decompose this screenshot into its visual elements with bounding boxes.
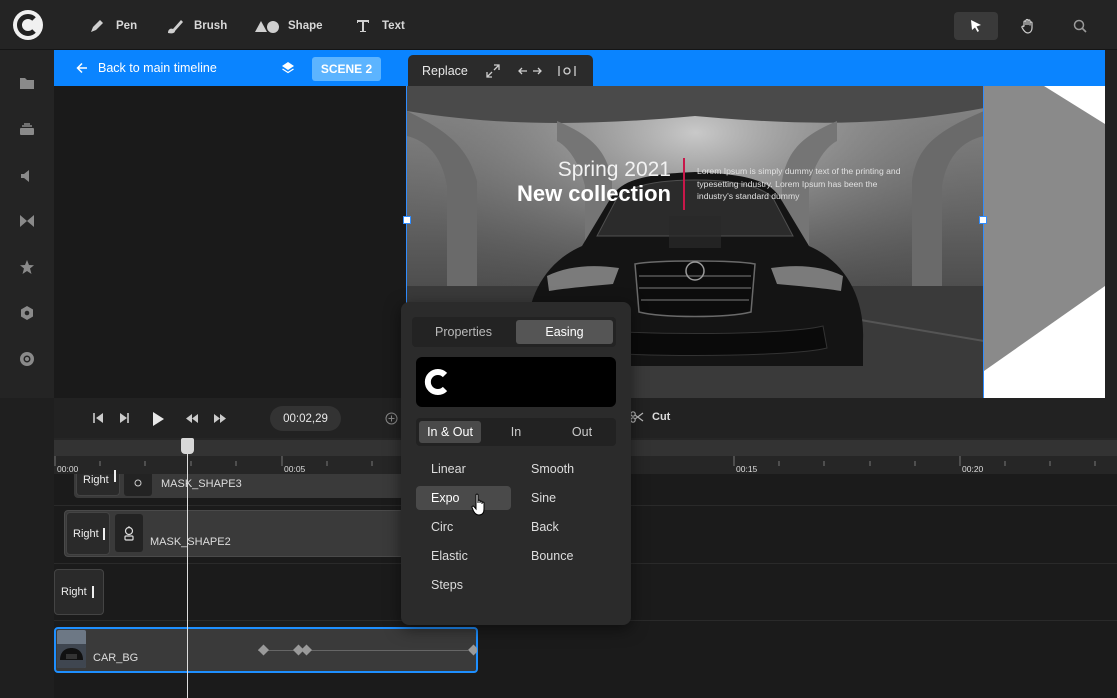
- cut-button[interactable]: Cut: [630, 411, 670, 423]
- canvas-title-line1[interactable]: Spring 2021: [540, 158, 671, 182]
- preview-empty-area: [54, 86, 406, 398]
- audio-icon[interactable]: [18, 167, 36, 185]
- ease-option-steps[interactable]: Steps: [416, 573, 511, 597]
- expand-icon[interactable]: [486, 63, 500, 78]
- hand-icon: [1020, 18, 1036, 34]
- add-keyframe-icon[interactable]: [385, 412, 398, 425]
- transition-icon[interactable]: [18, 212, 36, 230]
- timecode-display[interactable]: 00:02,29: [270, 406, 341, 431]
- cursor-icon: [969, 19, 983, 33]
- ruler-label: 00:00: [57, 464, 79, 474]
- hand-pointer-cursor-icon: [471, 493, 485, 516]
- select-tool-button[interactable]: [954, 12, 998, 40]
- mode-in-out[interactable]: In & Out: [419, 421, 481, 443]
- ease-option-sine[interactable]: Sine: [516, 486, 611, 510]
- star-icon[interactable]: [18, 258, 36, 276]
- settings-icon[interactable]: [18, 304, 36, 322]
- shape-layer-icon: [115, 514, 143, 552]
- selection-edge-right: [983, 86, 984, 398]
- tab-properties[interactable]: Properties: [415, 320, 512, 344]
- clip-name: CAR_BG: [93, 652, 139, 664]
- ruler-label: 00:05: [284, 464, 306, 474]
- easing-mode-segment: In & Out In Out: [416, 418, 616, 446]
- title-divider: [683, 158, 685, 210]
- playhead-handle[interactable]: [181, 438, 194, 454]
- adjacent-frame: [984, 86, 1105, 398]
- fast-forward-icon[interactable]: [213, 413, 227, 424]
- mode-out[interactable]: Out: [551, 421, 613, 443]
- chip-bar: [92, 586, 94, 598]
- scene-badge[interactable]: SCENE 2: [312, 57, 381, 81]
- ease-option-smooth[interactable]: Smooth: [516, 457, 611, 481]
- ease-option-elastic[interactable]: Elastic: [416, 544, 511, 568]
- tab-easing[interactable]: Easing: [516, 320, 613, 344]
- keyframes[interactable]: [255, 643, 477, 657]
- easing-preview-logo-icon: [424, 369, 448, 395]
- text-icon: [352, 18, 374, 34]
- back-to-main-timeline-link[interactable]: Back to main timeline: [76, 60, 217, 76]
- back-link-label: Back to main timeline: [98, 61, 217, 75]
- swap-horizontal-icon[interactable]: [517, 66, 542, 76]
- resize-handle-right[interactable]: [979, 216, 987, 224]
- step-forward-icon[interactable]: [118, 412, 130, 424]
- canvas-body-text[interactable]: Lorem Ipsum is simply dummy text of the …: [697, 165, 907, 203]
- skip-to-start-icon[interactable]: [92, 412, 104, 424]
- folder-icon[interactable]: [18, 74, 36, 92]
- scissors-icon: [630, 411, 644, 423]
- shape-tool-label: Shape: [288, 20, 323, 32]
- anchor-chip-label: Right: [73, 527, 99, 540]
- brush-tool-button[interactable]: Brush: [164, 17, 227, 35]
- pen-tool-label: Pen: [116, 20, 138, 32]
- text-tool-label: Text: [382, 20, 405, 32]
- search-button[interactable]: [1058, 12, 1102, 40]
- shape-tool-button[interactable]: Shape: [254, 17, 323, 35]
- scene-layers-icon[interactable]: [281, 61, 295, 75]
- search-icon: [1073, 19, 1087, 33]
- clip-name: MASK_SHAPE3: [161, 478, 242, 490]
- ease-option-circ[interactable]: Circ: [416, 515, 511, 539]
- anchor-chip-label: Right: [61, 586, 87, 598]
- playhead-line: [187, 440, 188, 698]
- text-tool-button[interactable]: Text: [352, 17, 405, 35]
- hand-tool-button[interactable]: [1006, 12, 1050, 40]
- canvas-title-line2[interactable]: New collection: [500, 181, 671, 207]
- anchor-chip-label: Right: [83, 473, 109, 486]
- record-icon[interactable]: [18, 350, 36, 368]
- ease-option-back[interactable]: Back: [516, 515, 611, 539]
- layers-icon[interactable]: [18, 120, 36, 138]
- shape-icon: [254, 18, 280, 34]
- ruler-label: 00:20: [962, 464, 984, 474]
- shape-layer-icon: [124, 474, 152, 496]
- clip-thumbnail: [57, 630, 86, 668]
- replace-button[interactable]: Replace: [422, 64, 468, 78]
- anchor-chip[interactable]: Right: [54, 569, 104, 615]
- ease-option-bounce[interactable]: Bounce: [516, 544, 611, 568]
- ruler-label: 00:15: [736, 464, 758, 474]
- chip-bar: [103, 528, 105, 540]
- chip-bar: [114, 470, 116, 482]
- ease-option-linear[interactable]: Linear: [416, 457, 511, 481]
- clip-name: MASK_SHAPE2: [150, 536, 231, 548]
- app-logo-icon[interactable]: [13, 10, 43, 40]
- play-icon[interactable]: [151, 411, 165, 427]
- brush-tool-label: Brush: [194, 20, 228, 32]
- easing-preview: [416, 357, 616, 407]
- pen-tool-button[interactable]: Pen: [86, 17, 137, 35]
- popup-tabs: Properties Easing: [412, 317, 616, 347]
- rewind-icon[interactable]: [185, 413, 199, 424]
- replace-toolbar: Replace: [408, 55, 593, 86]
- mode-in[interactable]: In: [485, 421, 547, 443]
- cut-label: Cut: [652, 411, 671, 423]
- ease-option-expo[interactable]: Expo: [416, 486, 511, 510]
- brush-icon: [164, 18, 186, 34]
- preview-gutter: [1105, 50, 1117, 398]
- pen-icon: [86, 18, 108, 34]
- arrow-left-icon: [76, 62, 88, 74]
- resize-handle-left[interactable]: [403, 216, 411, 224]
- fit-width-icon[interactable]: [558, 65, 576, 77]
